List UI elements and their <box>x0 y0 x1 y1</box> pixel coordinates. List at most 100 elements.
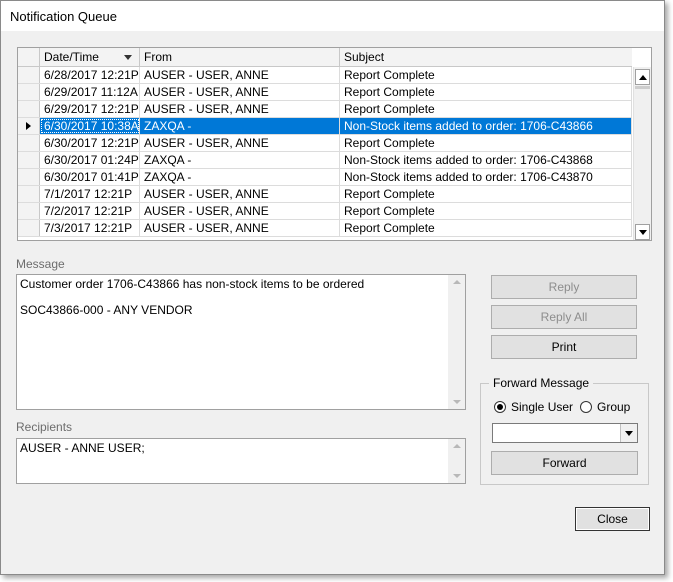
datetime-cell[interactable]: 7/1/2017 12:21P <box>40 186 140 202</box>
row-indicator[interactable] <box>18 84 40 100</box>
table-row[interactable]: 6/28/2017 12:21P AUSER - USER, ANNE Report… <box>18 67 632 84</box>
column-header-label: Date/Time <box>44 50 99 64</box>
datetime-cell[interactable]: 6/29/2017 11:12A <box>40 84 140 100</box>
subject-cell[interactable]: Report Complete <box>340 84 632 100</box>
message-label: Message <box>16 257 65 271</box>
row-indicator[interactable] <box>18 186 40 202</box>
from-cell[interactable]: AUSER - USER, ANNE <box>140 101 340 117</box>
row-indicator[interactable] <box>18 169 40 185</box>
subject-cell[interactable]: Non-Stock items added to order: 1706-C43… <box>340 169 632 185</box>
table-row[interactable]: 7/2/2017 12:21P AUSER - USER, ANNE Report … <box>18 203 632 220</box>
dialog-client-area: Date/Time From Subject 6/28/2017 12:21P A… <box>1 31 664 574</box>
radio-unchecked-icon <box>580 401 592 413</box>
recipients-scrollbar[interactable] <box>448 439 465 483</box>
radio-checked-icon <box>494 401 506 413</box>
table-row[interactable]: 6/30/2017 01:41P ZAXQA - Non-Stock items a… <box>18 169 632 186</box>
row-indicator[interactable] <box>18 152 40 168</box>
recipients-text: AUSER - ANNE USER; <box>20 441 145 455</box>
subject-cell[interactable]: Non-Stock items added to order: 1706-C43… <box>340 152 632 168</box>
arrow-up-icon <box>639 75 647 80</box>
subject-cell[interactable]: Report Complete <box>340 101 632 117</box>
datetime-cell[interactable]: 6/29/2017 12:21P <box>40 101 140 117</box>
forward-message-legend: Forward Message <box>489 376 594 390</box>
from-cell[interactable]: AUSER - USER, ANNE <box>140 186 340 202</box>
recipients-label: Recipients <box>16 420 73 434</box>
print-button[interactable]: Print <box>491 335 637 359</box>
current-row-arrow-icon <box>26 122 31 130</box>
single-user-label: Single User <box>511 400 574 414</box>
scroll-up-button[interactable] <box>635 69 650 85</box>
datetime-cell[interactable]: 6/30/2017 12:21P <box>40 135 140 151</box>
message-textbox[interactable]: Customer order 1706-C43866 has non-stock… <box>16 274 466 410</box>
table-row[interactable]: 7/3/2017 12:21P AUSER - USER, ANNE Report … <box>18 220 632 237</box>
datetime-cell[interactable]: 7/2/2017 12:21P <box>40 203 140 219</box>
subject-cell[interactable]: Report Complete <box>340 203 632 219</box>
arrow-up-icon <box>453 444 461 448</box>
from-cell[interactable]: ZAXQA - <box>140 152 340 168</box>
single-user-radio[interactable]: Single User <box>494 399 574 415</box>
close-button[interactable]: Close <box>575 507 650 531</box>
message-scrollbar[interactable] <box>448 275 465 409</box>
header-row-indicator <box>18 48 40 66</box>
message-text: Customer order 1706-C43866 has non-stock… <box>20 277 365 317</box>
row-indicator[interactable] <box>18 67 40 83</box>
sort-descending-icon <box>124 55 132 60</box>
reply-button[interactable]: Reply <box>491 275 637 299</box>
scroll-thumb[interactable] <box>635 86 650 89</box>
forward-button[interactable]: Forward <box>491 451 638 475</box>
datetime-cell[interactable]: 6/30/2017 01:41P <box>40 169 140 185</box>
forward-message-group: Forward Message Single User Group Forwar… <box>480 376 649 485</box>
arrow-down-icon <box>453 400 461 404</box>
column-header-label: Subject <box>344 50 385 64</box>
chevron-down-icon <box>625 431 633 436</box>
title-bar: Notification Queue <box>1 1 664 31</box>
row-indicator[interactable] <box>18 203 40 219</box>
forward-recipient-combobox[interactable] <box>492 423 638 443</box>
row-indicator[interactable] <box>18 101 40 117</box>
subject-cell[interactable]: Non-Stock items added to order: 1706-C43… <box>340 118 632 134</box>
table-row[interactable]: 6/30/2017 12:21P AUSER - USER, ANNE Report… <box>18 135 632 152</box>
reply-all-button[interactable]: Reply All <box>491 305 637 329</box>
table-row[interactable]: 6/30/2017 10:38A ZAXQA - Non-Stock items a… <box>18 118 632 135</box>
arrow-down-icon <box>453 474 461 478</box>
subject-cell[interactable]: Report Complete <box>340 135 632 151</box>
combobox-dropdown-button[interactable] <box>620 424 637 442</box>
row-indicator[interactable] <box>18 118 40 134</box>
datetime-cell[interactable]: 6/30/2017 01:24P <box>40 152 140 168</box>
subject-cell[interactable]: Report Complete <box>340 67 632 83</box>
from-cell[interactable]: AUSER - USER, ANNE <box>140 67 340 83</box>
grid-header: Date/Time From Subject <box>18 48 632 67</box>
table-row[interactable]: 6/29/2017 12:21P AUSER - USER, ANNE Report… <box>18 101 632 118</box>
column-header-subject[interactable]: Subject <box>340 48 632 66</box>
notification-grid[interactable]: Date/Time From Subject 6/28/2017 12:21P A… <box>17 47 652 241</box>
scroll-down-button[interactable] <box>635 224 650 240</box>
subject-cell[interactable]: Report Complete <box>340 220 632 236</box>
arrow-down-icon <box>639 230 647 235</box>
group-label: Group <box>597 400 631 414</box>
recipients-textbox[interactable]: AUSER - ANNE USER; <box>16 438 466 484</box>
from-cell[interactable]: AUSER - USER, ANNE <box>140 135 340 151</box>
datetime-cell[interactable]: 7/3/2017 12:21P <box>40 220 140 236</box>
column-header-from[interactable]: From <box>140 48 340 66</box>
table-row[interactable]: 6/30/2017 01:24P ZAXQA - Non-Stock items a… <box>18 152 632 169</box>
from-cell[interactable]: ZAXQA - <box>140 118 340 134</box>
subject-cell[interactable]: Report Complete <box>340 186 632 202</box>
arrow-up-icon <box>453 280 461 284</box>
row-indicator[interactable] <box>18 135 40 151</box>
from-cell[interactable]: AUSER - USER, ANNE <box>140 84 340 100</box>
from-cell[interactable]: ZAXQA - <box>140 169 340 185</box>
grid-rows: 6/28/2017 12:21P AUSER - USER, ANNE Report… <box>18 67 632 237</box>
datetime-cell[interactable]: 6/30/2017 10:38A <box>40 118 140 134</box>
window-title: Notification Queue <box>10 9 117 24</box>
column-header-datetime[interactable]: Date/Time <box>40 48 140 66</box>
column-header-label: From <box>144 50 172 64</box>
grid-vertical-scrollbar[interactable] <box>633 67 651 240</box>
from-cell[interactable]: AUSER - USER, ANNE <box>140 220 340 236</box>
table-row[interactable]: 7/1/2017 12:21P AUSER - USER, ANNE Report … <box>18 186 632 203</box>
from-cell[interactable]: AUSER - USER, ANNE <box>140 203 340 219</box>
row-indicator[interactable] <box>18 220 40 236</box>
notification-queue-window: Notification Queue Date/Time From Subjec… <box>0 0 665 575</box>
group-radio[interactable]: Group <box>580 399 640 415</box>
table-row[interactable]: 6/29/2017 11:12A AUSER - USER, ANNE Report… <box>18 84 632 101</box>
datetime-cell[interactable]: 6/28/2017 12:21P <box>40 67 140 83</box>
